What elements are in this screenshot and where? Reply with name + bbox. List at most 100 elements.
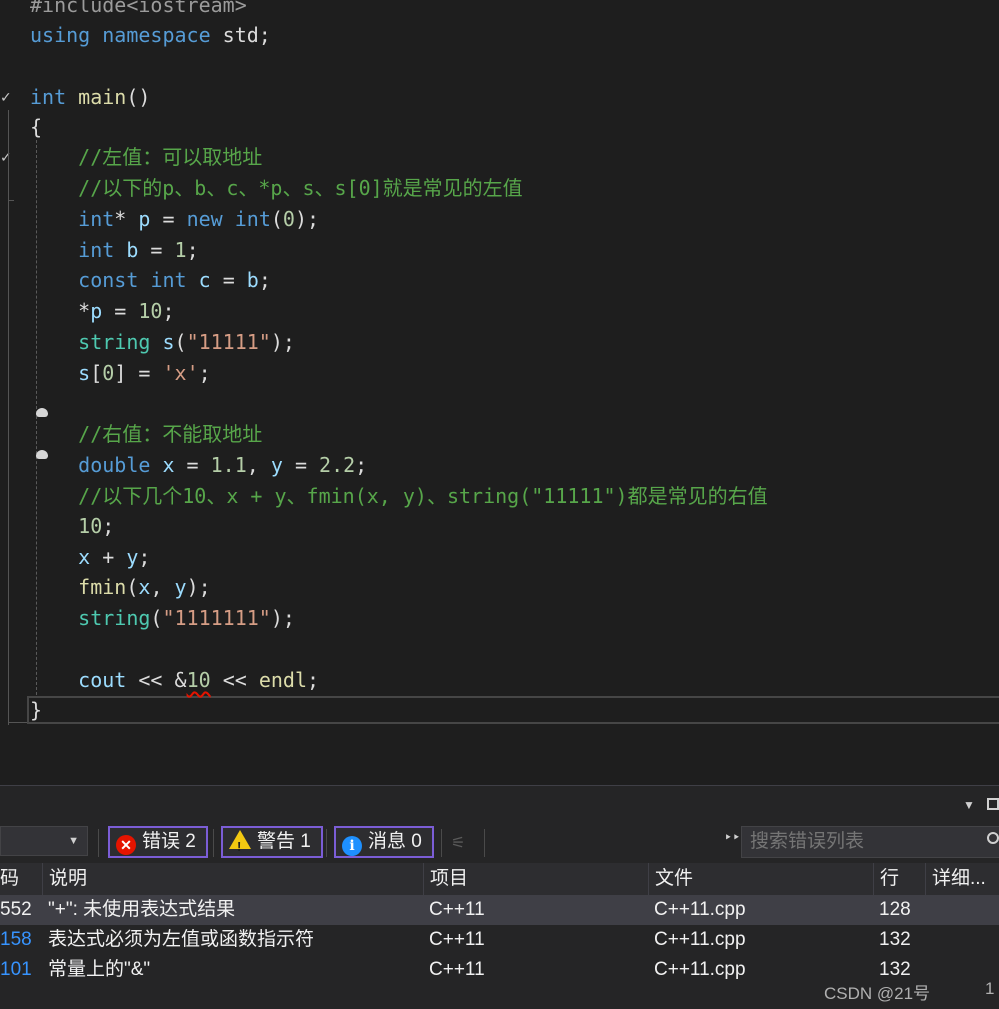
error-code: 552: [0, 899, 32, 920]
error-code[interactable]: 101: [0, 955, 40, 985]
errors-filter-button[interactable]: ✕ 错误 2: [108, 826, 208, 858]
code-line[interactable]: //左值：可以取地址: [30, 142, 262, 173]
code-line[interactable]: string("1111111");: [30, 603, 295, 634]
code-token: 0: [282, 207, 295, 231]
code-line[interactable]: *p = 10;: [30, 296, 174, 327]
error-line: 128: [879, 899, 911, 920]
code-token: ;: [258, 268, 271, 292]
code-token: 10: [138, 299, 163, 323]
collapse-comment-icon[interactable]: ✓: [0, 151, 14, 165]
error-description: 常量上的"&": [48, 959, 151, 980]
code-token: const: [78, 268, 139, 292]
column-header-file[interactable]: 文件: [648, 863, 863, 895]
warnings-filter-button[interactable]: 警告 1: [221, 826, 323, 861]
code-line[interactable]: string s("11111");: [30, 327, 295, 358]
code-token: int: [78, 238, 115, 262]
messages-filter-label: 消息 0: [368, 831, 422, 852]
panel-maximize-icon[interactable]: [987, 798, 999, 810]
code-token: //以下的p、b、c、*p、s、s[0]就是常见的左值: [78, 176, 523, 200]
code-line[interactable]: s[0] = 'x';: [30, 358, 210, 389]
code-token: (: [150, 606, 163, 630]
code-token: );: [186, 575, 211, 599]
code-token: 'x': [162, 361, 199, 385]
overflow-chevron-icon[interactable]: ‣‣: [724, 829, 741, 846]
scope-dropdown[interactable]: ▼: [0, 826, 88, 856]
column-header-details[interactable]: 详细...: [925, 863, 993, 895]
error-project: C++11: [429, 959, 485, 980]
code-token: *: [114, 207, 139, 231]
code-token: 1.1: [210, 453, 247, 477]
code-token: main: [78, 85, 127, 109]
code-token: <<: [210, 668, 259, 692]
code-line[interactable]: }: [30, 695, 42, 726]
build-intellisense-filter-icon[interactable]: ⚟: [451, 833, 475, 853]
code-token: =: [102, 299, 139, 323]
error-project: C++11: [429, 899, 485, 920]
code-token: ;: [307, 668, 320, 692]
code-token: "11111": [186, 330, 271, 354]
column-header-project[interactable]: 项目: [423, 863, 638, 895]
code-line[interactable]: fmin(x, y);: [30, 572, 211, 603]
code-line[interactable]: {: [30, 112, 42, 143]
code-token: 10: [78, 514, 103, 538]
column-header-line[interactable]: 行: [873, 863, 917, 895]
code-line[interactable]: using namespace std;: [30, 20, 271, 51]
code-line[interactable]: //以下几个10、x + y、fmin(x, y)、string("11111"…: [30, 481, 767, 512]
column-header-description[interactable]: 说明: [42, 863, 414, 895]
code-token: std;: [210, 23, 271, 47]
code-line[interactable]: const int c = b;: [30, 265, 271, 296]
code-line[interactable]: int b = 1;: [30, 235, 199, 266]
search-icon[interactable]: [987, 832, 999, 844]
collapse-main-icon[interactable]: ✓: [0, 91, 14, 105]
code-token: *: [30, 299, 91, 323]
outline-bar-tick: [8, 200, 14, 201]
toolbar-separator: [441, 829, 442, 857]
code-token: cout: [78, 668, 127, 692]
breakpoint-marker-icon[interactable]: [36, 408, 48, 417]
code-editor[interactable]: ✓ ✓ #include<iostream> using namespace st…: [0, 0, 999, 785]
code-token: ;: [186, 238, 199, 262]
code-token: int: [234, 207, 271, 231]
panel-menu-dropdown-icon[interactable]: ▼: [963, 798, 975, 812]
code-token: int: [78, 207, 115, 231]
code-line[interactable]: double x = 1.1, y = 2.2;: [30, 450, 367, 481]
code-line[interactable]: 10;: [30, 511, 114, 542]
code-token: double: [78, 453, 151, 477]
code-token: y: [174, 575, 187, 599]
code-token: "1111111": [162, 606, 271, 630]
error-list-toolbar: ▼ ✕ 错误 2 警告 1 i 消息 0 ⚟ ‣‣: [0, 823, 999, 863]
code-line[interactable]: #include<iostream>: [30, 0, 247, 21]
code-line[interactable]: x + y;: [30, 542, 150, 573]
code-token: namespace: [102, 23, 211, 47]
warning-icon: [229, 830, 251, 861]
table-row[interactable]: 552 "+": 未使用表达式结果 C++11 C++11.cpp 128: [0, 895, 999, 925]
chevron-down-icon: ▼: [68, 835, 79, 847]
code-line[interactable]: int main(): [30, 82, 150, 113]
code-token: [: [90, 361, 103, 385]
column-header-code[interactable]: 码: [0, 863, 40, 895]
search-error-list-input[interactable]: [741, 826, 999, 858]
table-row[interactable]: 158 表达式必须为左值或函数指示符 C++11 C++11.cpp 132: [0, 925, 999, 955]
code-line[interactable]: cout << &10 << endl;: [30, 665, 319, 696]
code-token: }: [30, 698, 43, 722]
code-line[interactable]: //右值：不能取地址: [30, 419, 262, 450]
code-line[interactable]: int* p = new int(0);: [30, 204, 319, 235]
info-icon: i: [342, 836, 362, 856]
code-line[interactable]: //以下的p、b、c、*p、s、s[0]就是常见的左值: [30, 173, 523, 204]
code-token: p: [90, 299, 103, 323]
code-token: (: [270, 207, 283, 231]
code-token: b: [246, 268, 259, 292]
code-token: y: [126, 545, 139, 569]
code-token: //右值：不能取地址: [78, 422, 263, 446]
error-code[interactable]: 158: [0, 925, 40, 955]
messages-filter-button[interactable]: i 消息 0: [334, 826, 434, 858]
code-token: {: [30, 115, 43, 139]
